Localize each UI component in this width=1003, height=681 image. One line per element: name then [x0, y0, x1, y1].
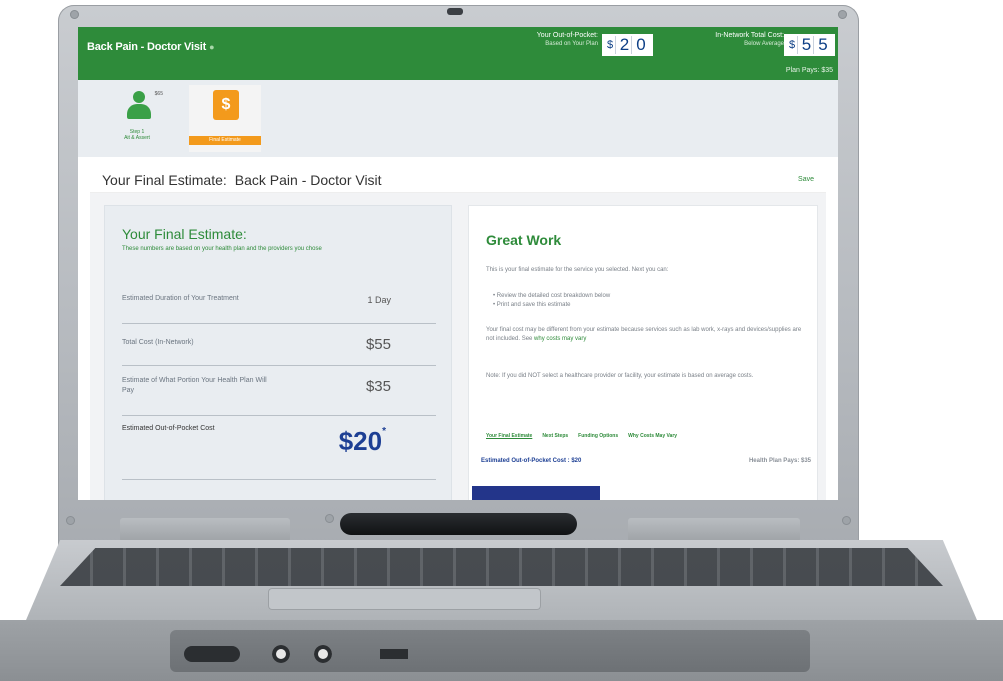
estimate-tabs: Your Final Estimate Next Steps Funding O…: [486, 433, 677, 439]
card-intro: These numbers are based on your health p…: [122, 246, 322, 252]
final-estimate-card: Your Final Estimate: These numbers are b…: [104, 205, 452, 500]
hinge-right: [628, 518, 800, 542]
content-viewport: Your Final Estimate: Back Pain - Doctor V…: [78, 27, 838, 500]
card-heading: Great Work: [486, 232, 562, 248]
audio-jack-icon: [272, 645, 290, 663]
save-link[interactable]: Save: [798, 176, 814, 183]
summary-plan-pays: Health Plan Pays: $35: [748, 458, 811, 464]
tab-next-steps[interactable]: Next Steps: [542, 433, 568, 439]
row-label: Estimated Out-of-Pocket Cost: [122, 425, 215, 432]
usb-port-icon: [380, 649, 408, 659]
why-costs-link[interactable]: why costs may vary: [534, 336, 586, 342]
bezel-screw-icon: [842, 516, 851, 525]
bezel-screw-icon: [325, 514, 334, 523]
audio-jack-icon: [314, 645, 332, 663]
hinge-center: [340, 513, 577, 535]
estimate-row: Total Cost (In-Network) $55: [122, 324, 436, 366]
page-title-subject: Back Pain - Doctor Visit: [234, 172, 382, 188]
row-label: Estimate of What Portion Your Health Pla…: [122, 377, 267, 394]
row-value: $20*: [339, 426, 386, 457]
page-title-bar: Your Final Estimate: Back Pain - Doctor V…: [90, 163, 826, 193]
tab-final-estimate[interactable]: Your Final Estimate: [486, 433, 532, 439]
estimate-row: Estimated Duration of Your Treatment 1 D…: [122, 286, 436, 324]
row-value: $35: [365, 378, 391, 395]
estimate-row-total: Estimated Out-of-Pocket Cost $20*: [122, 416, 436, 480]
row-value: 1 Day: [367, 295, 391, 305]
hinge-left: [120, 518, 290, 542]
estimate-row: Estimate of What Portion Your Health Pla…: [122, 366, 436, 416]
great-work-card: Great Work This is your final estimate f…: [468, 205, 818, 500]
next-steps-list: Review the detailed cost breakdown below…: [493, 292, 610, 310]
row-label: Estimated Duration of Your Treatment: [122, 295, 239, 302]
webcam-icon: [447, 8, 463, 15]
footnote-mark: *: [382, 426, 386, 437]
card-text: Your final cost may be different from yo…: [486, 326, 804, 344]
bezel-screw-icon: [838, 10, 847, 19]
card-note: Note: If you did NOT select a healthcare…: [486, 373, 754, 379]
page-title-text: Your Final Estimate:: [102, 172, 227, 188]
page-title: Your Final Estimate: Back Pain - Doctor V…: [102, 172, 382, 188]
row-value: $55: [365, 336, 391, 353]
bezel-screw-icon: [70, 10, 79, 19]
summary-oop: Estimated Out-of-Pocket Cost : $20: [481, 458, 582, 464]
list-item: Print and save this estimate: [493, 301, 610, 310]
main-content: Your Final Estimate: These numbers are b…: [90, 193, 826, 500]
row-label: Total Cost (In-Network): [122, 339, 194, 346]
card-text: This is your final estimate for the serv…: [486, 267, 669, 273]
bezel-screw-icon: [66, 516, 75, 525]
oop-total-value: $20: [338, 426, 383, 456]
keyboard: [60, 548, 943, 586]
touchpad: [268, 588, 541, 610]
tab-funding-options[interactable]: Funding Options: [578, 433, 618, 439]
primary-action-button[interactable]: [472, 486, 600, 500]
list-item: Review the detailed cost breakdown below: [493, 292, 610, 301]
tab-why-costs-vary[interactable]: Why Costs May Vary: [628, 433, 677, 439]
card-heading: Your Final Estimate:: [122, 226, 247, 242]
front-panel: [170, 630, 810, 672]
port-icon: [184, 646, 240, 662]
